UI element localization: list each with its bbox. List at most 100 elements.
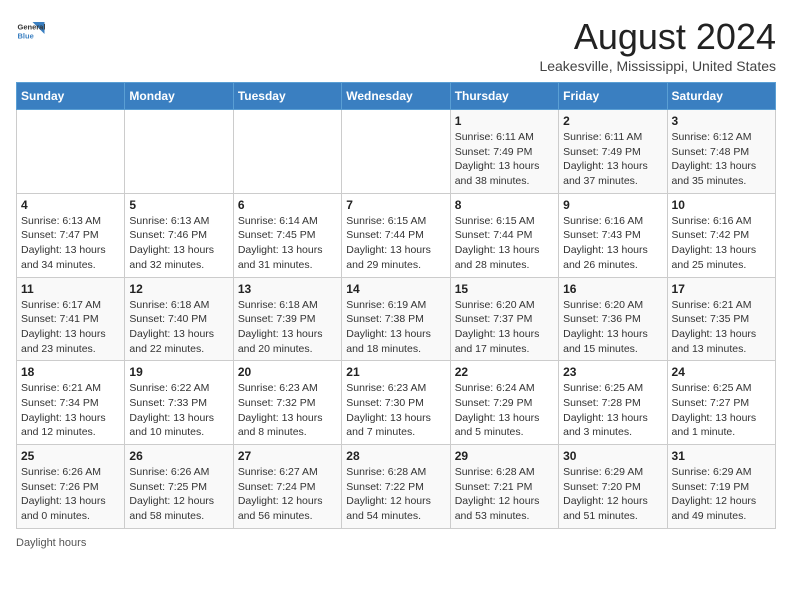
title-block: August 2024 Leakesville, Mississippi, Un…	[539, 16, 776, 74]
calendar-week-row: 1 Sunrise: 6:11 AMSunset: 7:49 PMDaylight…	[17, 110, 776, 194]
calendar-cell: 14 Sunrise: 6:19 AMSunset: 7:38 PMDayligh…	[342, 277, 450, 361]
calendar-cell: 16Sunrise: 6:20 AMSunset: 7:36 PMDayligh…	[559, 277, 667, 361]
calendar-cell: 4 Sunrise: 6:13 AMSunset: 7:47 PMDaylight…	[17, 193, 125, 277]
logo: General Blue	[16, 16, 46, 46]
calendar-cell: 29 Sunrise: 6:28 AMSunset: 7:21 PMDayligh…	[450, 445, 558, 529]
day-info: Sunrise: 6:15 AMSunset: 7:44 PMDaylight:…	[455, 214, 554, 273]
calendar-cell: 11 Sunrise: 6:17 AMSunset: 7:41 PMDayligh…	[17, 277, 125, 361]
col-header-tuesday: Tuesday	[233, 83, 341, 110]
day-info: Sunrise: 6:26 AMSunset: 7:26 PMDaylight:…	[21, 465, 120, 524]
day-number: 20	[238, 365, 337, 379]
day-number: 21	[346, 365, 445, 379]
day-number: 17	[672, 282, 771, 296]
location: Leakesville, Mississippi, United States	[539, 58, 776, 74]
calendar-cell: 5Sunrise: 6:13 AMSunset: 7:46 PMDaylight…	[125, 193, 233, 277]
calendar-cell: 26 Sunrise: 6:26 AMSunset: 7:25 PMDayligh…	[125, 445, 233, 529]
day-info: Sunrise: 6:14 AMSunset: 7:45 PMDaylight:…	[238, 214, 337, 273]
day-info: Sunrise: 6:28 AMSunset: 7:21 PMDaylight:…	[455, 465, 554, 524]
day-info: Sunrise: 6:27 AMSunset: 7:24 PMDaylight:…	[238, 465, 337, 524]
calendar-cell: 20Sunrise: 6:23 AMSunset: 7:32 PMDayligh…	[233, 361, 341, 445]
day-number: 9	[563, 198, 662, 212]
day-info: Sunrise: 6:20 AMSunset: 7:36 PMDaylight:…	[563, 298, 662, 357]
col-header-monday: Monday	[125, 83, 233, 110]
day-number: 3	[672, 114, 771, 128]
calendar-cell: 8 Sunrise: 6:15 AMSunset: 7:44 PMDaylight…	[450, 193, 558, 277]
day-number: 7	[346, 198, 445, 212]
day-info: Sunrise: 6:16 AMSunset: 7:42 PMDaylight:…	[672, 214, 771, 273]
calendar-cell: 1 Sunrise: 6:11 AMSunset: 7:49 PMDaylight…	[450, 110, 558, 194]
calendar-week-row: 25 Sunrise: 6:26 AMSunset: 7:26 PMDayligh…	[17, 445, 776, 529]
col-header-thursday: Thursday	[450, 83, 558, 110]
col-header-friday: Friday	[559, 83, 667, 110]
day-number: 23	[563, 365, 662, 379]
logo-icon: General Blue	[16, 16, 46, 46]
calendar-cell: 31 Sunrise: 6:29 AMSunset: 7:19 PMDayligh…	[667, 445, 775, 529]
day-number: 15	[455, 282, 554, 296]
calendar-week-row: 18 Sunrise: 6:21 AMSunset: 7:34 PMDayligh…	[17, 361, 776, 445]
day-info: Sunrise: 6:21 AMSunset: 7:34 PMDaylight:…	[21, 381, 120, 440]
day-number: 27	[238, 449, 337, 463]
day-number: 18	[21, 365, 120, 379]
day-number: 31	[672, 449, 771, 463]
calendar-cell: 25 Sunrise: 6:26 AMSunset: 7:26 PMDayligh…	[17, 445, 125, 529]
calendar-cell: 24 Sunrise: 6:25 AMSunset: 7:27 PMDayligh…	[667, 361, 775, 445]
day-info: Sunrise: 6:18 AMSunset: 7:39 PMDaylight:…	[238, 298, 337, 357]
calendar-cell	[342, 110, 450, 194]
day-number: 19	[129, 365, 228, 379]
day-number: 10	[672, 198, 771, 212]
day-number: 11	[21, 282, 120, 296]
svg-text:General: General	[18, 23, 46, 32]
day-number: 8	[455, 198, 554, 212]
day-number: 12	[129, 282, 228, 296]
day-info: Sunrise: 6:12 AMSunset: 7:48 PMDaylight:…	[672, 130, 771, 189]
calendar-cell: 22 Sunrise: 6:24 AMSunset: 7:29 PMDayligh…	[450, 361, 558, 445]
calendar-header-row: SundayMondayTuesdayWednesdayThursdayFrid…	[17, 83, 776, 110]
col-header-wednesday: Wednesday	[342, 83, 450, 110]
calendar-week-row: 4 Sunrise: 6:13 AMSunset: 7:47 PMDaylight…	[17, 193, 776, 277]
day-number: 1	[455, 114, 554, 128]
day-number: 25	[21, 449, 120, 463]
svg-text:Blue: Blue	[18, 32, 34, 41]
calendar-week-row: 11 Sunrise: 6:17 AMSunset: 7:41 PMDayligh…	[17, 277, 776, 361]
calendar-cell: 10 Sunrise: 6:16 AMSunset: 7:42 PMDayligh…	[667, 193, 775, 277]
day-info: Sunrise: 6:25 AMSunset: 7:28 PMDaylight:…	[563, 381, 662, 440]
day-info: Sunrise: 6:18 AMSunset: 7:40 PMDaylight:…	[129, 298, 228, 357]
day-number: 24	[672, 365, 771, 379]
day-info: Sunrise: 6:19 AMSunset: 7:38 PMDaylight:…	[346, 298, 445, 357]
col-header-sunday: Sunday	[17, 83, 125, 110]
calendar-cell: 27 Sunrise: 6:27 AMSunset: 7:24 PMDayligh…	[233, 445, 341, 529]
footer-note: Daylight hours	[16, 537, 776, 549]
day-info: Sunrise: 6:26 AMSunset: 7:25 PMDaylight:…	[129, 465, 228, 524]
day-info: Sunrise: 6:11 AMSunset: 7:49 PMDaylight:…	[455, 130, 554, 189]
calendar-cell: 19 Sunrise: 6:22 AMSunset: 7:33 PMDayligh…	[125, 361, 233, 445]
calendar-cell: 30Sunrise: 6:29 AMSunset: 7:20 PMDayligh…	[559, 445, 667, 529]
day-number: 13	[238, 282, 337, 296]
day-info: Sunrise: 6:24 AMSunset: 7:29 PMDaylight:…	[455, 381, 554, 440]
day-number: 29	[455, 449, 554, 463]
day-info: Sunrise: 6:29 AMSunset: 7:19 PMDaylight:…	[672, 465, 771, 524]
calendar-cell: 12 Sunrise: 6:18 AMSunset: 7:40 PMDayligh…	[125, 277, 233, 361]
day-info: Sunrise: 6:13 AMSunset: 7:47 PMDaylight:…	[21, 214, 120, 273]
day-number: 28	[346, 449, 445, 463]
day-number: 26	[129, 449, 228, 463]
day-info: Sunrise: 6:13 AMSunset: 7:46 PMDaylight:…	[129, 214, 228, 273]
day-number: 22	[455, 365, 554, 379]
calendar-table: SundayMondayTuesdayWednesdayThursdayFrid…	[16, 82, 776, 529]
day-number: 14	[346, 282, 445, 296]
day-info: Sunrise: 6:25 AMSunset: 7:27 PMDaylight:…	[672, 381, 771, 440]
calendar-cell: 6Sunrise: 6:14 AMSunset: 7:45 PMDaylight…	[233, 193, 341, 277]
page-header: General Blue August 2024 Leakesville, Mi…	[16, 16, 776, 74]
day-number: 4	[21, 198, 120, 212]
day-info: Sunrise: 6:20 AMSunset: 7:37 PMDaylight:…	[455, 298, 554, 357]
calendar-cell: 17Sunrise: 6:21 AMSunset: 7:35 PMDayligh…	[667, 277, 775, 361]
day-number: 2	[563, 114, 662, 128]
calendar-cell: 23 Sunrise: 6:25 AMSunset: 7:28 PMDayligh…	[559, 361, 667, 445]
day-info: Sunrise: 6:22 AMSunset: 7:33 PMDaylight:…	[129, 381, 228, 440]
day-info: Sunrise: 6:29 AMSunset: 7:20 PMDaylight:…	[563, 465, 662, 524]
day-info: Sunrise: 6:17 AMSunset: 7:41 PMDaylight:…	[21, 298, 120, 357]
day-info: Sunrise: 6:16 AMSunset: 7:43 PMDaylight:…	[563, 214, 662, 273]
day-info: Sunrise: 6:28 AMSunset: 7:22 PMDaylight:…	[346, 465, 445, 524]
calendar-cell: 21Sunrise: 6:23 AMSunset: 7:30 PMDayligh…	[342, 361, 450, 445]
day-info: Sunrise: 6:11 AMSunset: 7:49 PMDaylight:…	[563, 130, 662, 189]
month-year: August 2024	[539, 16, 776, 58]
